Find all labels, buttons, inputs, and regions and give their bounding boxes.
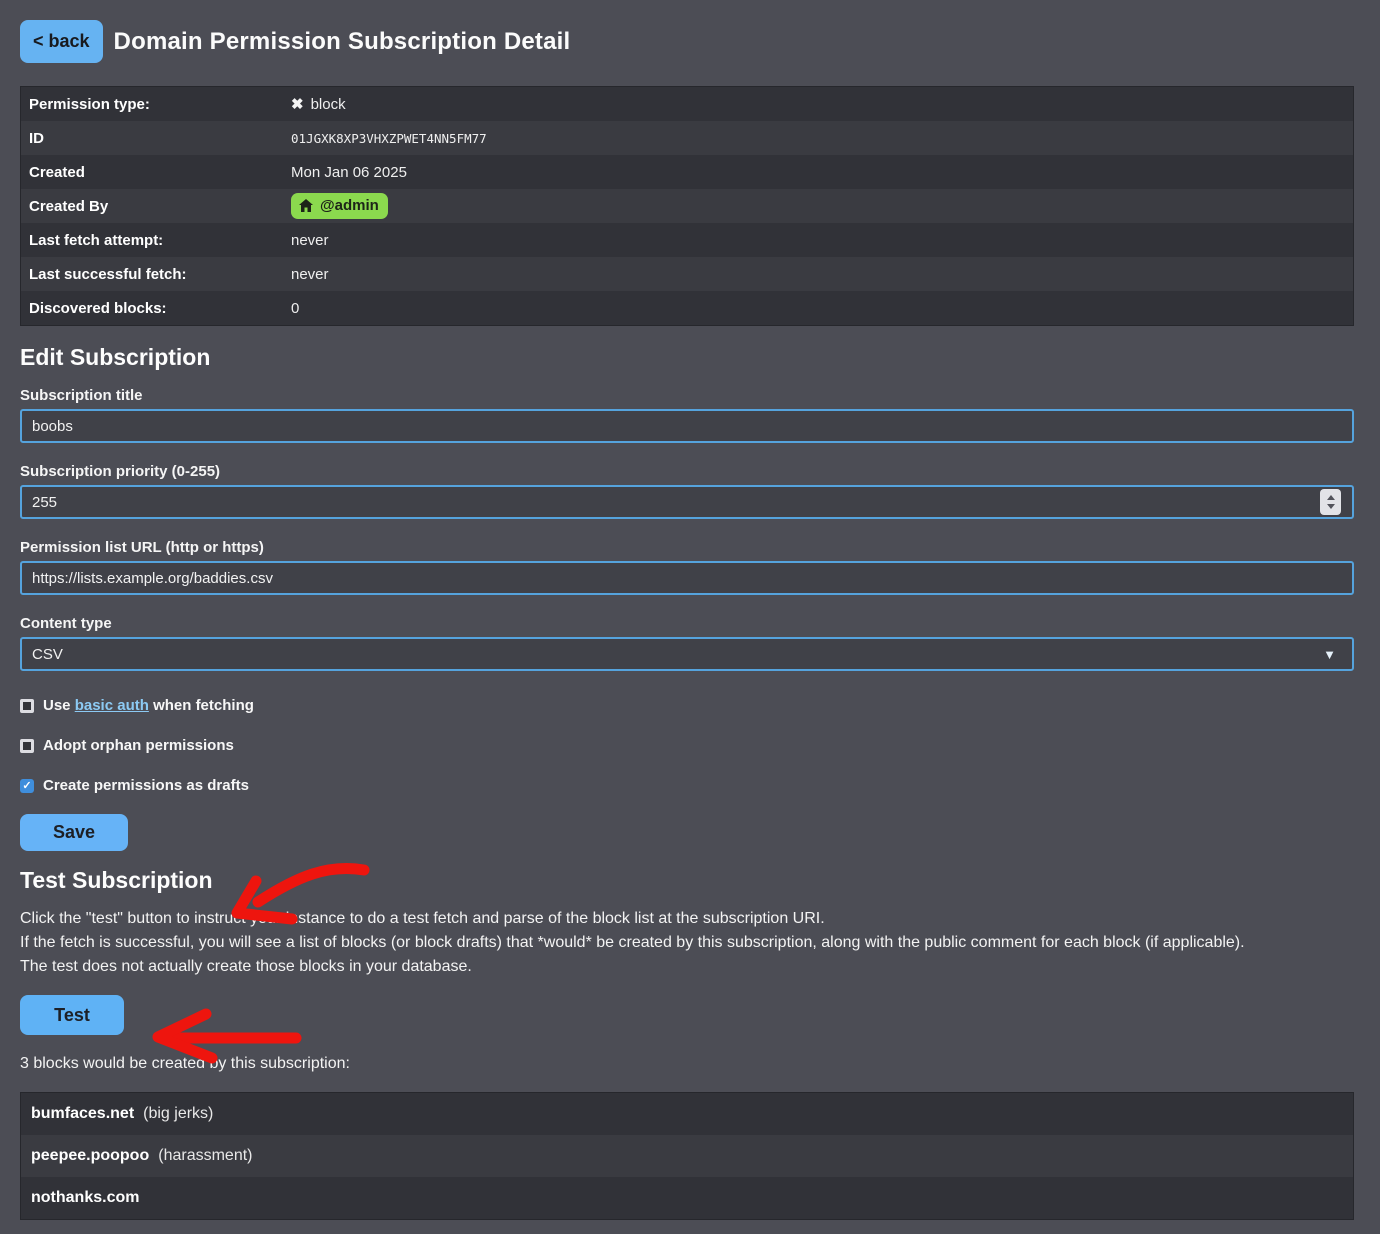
last-successful-fetch-value: never [291,266,329,283]
stepper-down-icon[interactable] [1327,504,1335,509]
content-type-label: Content type [20,615,1360,633]
stepper-up-icon[interactable] [1327,495,1335,500]
created-value: Mon Jan 06 2025 [291,164,407,181]
number-stepper[interactable] [1320,489,1341,515]
subscription-title-input[interactable] [20,409,1354,443]
created-by-badge[interactable]: @admin [291,193,388,219]
test-description-line: If the fetch is successful, you will see… [20,931,1360,955]
block-result-list: bumfaces.net (big jerks) peepee.poopoo (… [20,1092,1354,1220]
row-label: Permission type: [21,96,291,113]
list-item: nothanks.com [21,1177,1353,1219]
table-row-last-fetch-attempt: Last fetch attempt: never [21,223,1353,257]
row-label: ID [21,130,291,147]
table-row-id: ID 01JGXK8XP3VHXZPWET4NN5FM77 [21,121,1353,155]
save-button[interactable]: Save [20,814,128,851]
create-drafts-checkbox[interactable] [20,779,34,793]
basic-auth-link[interactable]: basic auth [75,697,149,714]
permission-list-url-input[interactable] [20,561,1354,595]
permission-type-value: block [311,96,346,113]
content-type-selected-value: CSV [32,646,63,663]
created-by-value: @admin [320,197,379,214]
priority-input-wrap [0,485,1374,519]
table-row-created-by: Created By @admin [21,189,1353,223]
page-header: < back Domain Permission Subscription De… [20,20,1360,63]
table-row-last-successful-fetch: Last successful fetch: never [21,257,1353,291]
row-label: Last fetch attempt: [21,232,291,249]
table-row-discovered-blocks: Discovered blocks: 0 [21,291,1353,325]
checkbox-label: Adopt orphan permissions [43,737,234,754]
basic-auth-checkbox[interactable] [20,699,34,713]
table-row-created: Created Mon Jan 06 2025 [21,155,1353,189]
drafts-checkbox-row: Create permissions as drafts [20,777,1360,794]
test-button[interactable]: Test [20,995,124,1035]
discovered-blocks-value: 0 [291,300,299,317]
row-label: Discovered blocks: [21,300,291,317]
block-comment: (big jerks) [143,1105,213,1123]
test-description-line: Click the "test" button to instruct your… [20,907,1360,931]
row-value: ✖ block [291,95,346,113]
page-title: Domain Permission Subscription Detail [114,28,571,56]
subscription-priority-input[interactable] [20,485,1354,519]
row-label: Created [21,164,291,181]
id-value: 01JGXK8XP3VHXZPWET4NN5FM77 [291,131,487,146]
block-domain: bumfaces.net [31,1105,134,1123]
test-description: Click the "test" button to instruct your… [20,907,1360,979]
block-domain: nothanks.com [31,1189,139,1207]
last-fetch-attempt-value: never [291,232,329,249]
checkbox-label: Create permissions as drafts [43,777,249,794]
adopt-orphans-checkbox[interactable] [20,739,34,753]
adopt-orphans-checkbox-row: Adopt orphan permissions [20,737,1360,754]
content-type-select[interactable]: CSV [20,637,1354,671]
edit-subscription-heading: Edit Subscription [20,343,1360,371]
test-subscription-heading: Test Subscription [20,866,1360,894]
list-item: bumfaces.net (big jerks) [21,1093,1353,1135]
content-type-wrap: CSV ▼ [0,637,1374,671]
red-arrow-test-button-icon [158,1014,296,1058]
test-description-line: The test does not actually create those … [20,955,1360,979]
basic-auth-checkbox-row: Use basic auth when fetching [20,697,1360,714]
block-comment: (harassment) [158,1147,252,1165]
home-icon [299,199,313,212]
permission-list-url-label: Permission list URL (http or https) [20,539,1360,557]
checkbox-label: Use basic auth when fetching [43,697,254,714]
subscription-title-label: Subscription title [20,387,1360,405]
back-button[interactable]: < back [20,20,103,63]
subscription-detail-table: Permission type: ✖ block ID 01JGXK8XP3VH… [20,86,1354,326]
row-label: Last successful fetch: [21,266,291,283]
list-item: peepee.poopoo (harassment) [21,1135,1353,1177]
block-domain: peepee.poopoo [31,1147,149,1165]
row-label: Created By [21,198,291,215]
block-x-icon: ✖ [291,95,304,113]
table-row-permission-type: Permission type: ✖ block [21,87,1353,121]
row-value: @admin [291,193,388,219]
subscription-priority-label: Subscription priority (0-255) [20,463,1360,481]
test-result-summary: 3 blocks would be created by this subscr… [20,1054,1360,1073]
